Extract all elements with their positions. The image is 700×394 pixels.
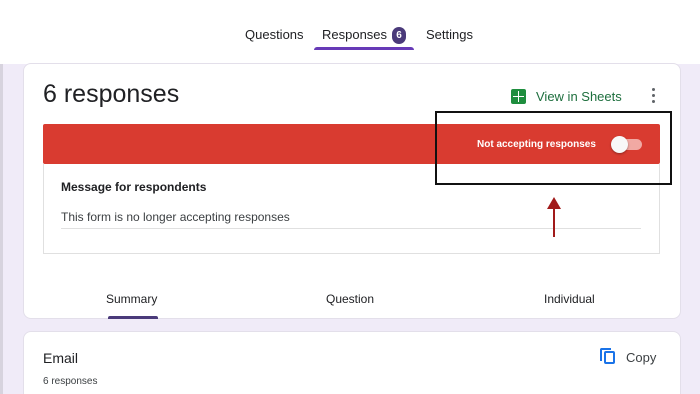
copy-icon[interactable] (600, 348, 616, 364)
responses-count-badge: 6 (392, 27, 406, 44)
copy-button[interactable]: Copy (626, 350, 656, 365)
active-tab-indicator (314, 47, 414, 50)
subtab-summary[interactable]: Summary (106, 292, 157, 306)
email-question-card (23, 331, 681, 394)
google-sheets-icon[interactable] (511, 89, 526, 104)
annotation-arrow-shaft (553, 206, 555, 237)
responses-title: 6 responses (43, 80, 180, 108)
subtab-question[interactable]: Question (326, 292, 374, 306)
annotation-highlight-box (435, 111, 672, 185)
tab-bar: Questions Responses 6 Settings (0, 0, 700, 64)
email-question-title: Email (43, 350, 79, 366)
active-subtab-indicator (108, 316, 158, 319)
message-input[interactable]: This form is no longer accepting respons… (61, 210, 290, 224)
subtab-individual[interactable]: Individual (544, 292, 595, 306)
tab-responses[interactable]: Responses (322, 27, 387, 47)
more-vert-icon[interactable] (648, 88, 658, 104)
tab-questions[interactable]: Questions (245, 27, 304, 47)
tab-settings[interactable]: Settings (426, 27, 473, 47)
email-response-count: 6 responses (43, 376, 98, 387)
view-in-sheets-link[interactable]: View in Sheets (536, 89, 622, 104)
message-heading: Message for respondents (61, 180, 207, 194)
